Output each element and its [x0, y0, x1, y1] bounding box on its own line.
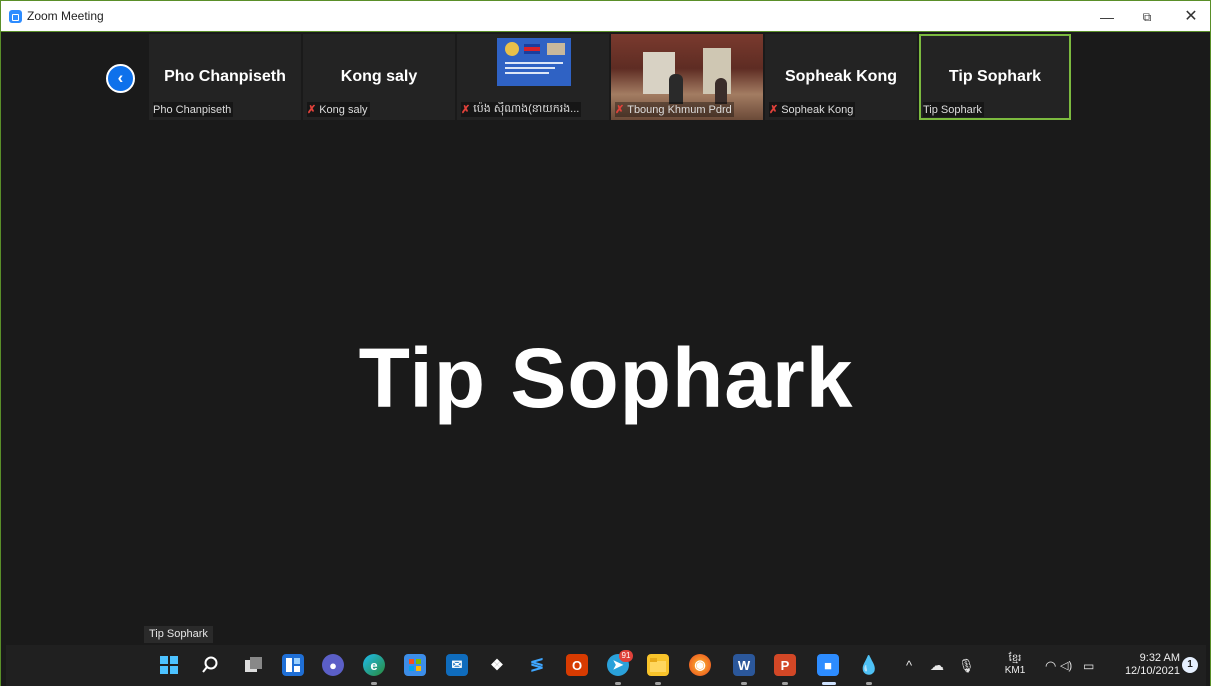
- volume-icon[interactable]: ◁): [1060, 645, 1072, 686]
- participant-tile[interactable]: Pho Chanpiseth Pho Chanpiseth: [149, 34, 301, 120]
- participant-label-text: Sopheak Kong: [781, 103, 854, 116]
- participant-label-text: Pho Chanpiseth: [153, 103, 232, 116]
- language-indicator[interactable]: ខ្មែរ KM1: [1000, 653, 1030, 677]
- windows-start-icon[interactable]: [158, 654, 180, 676]
- slide-text-line: [505, 72, 549, 74]
- participant-label-text: Tip Sophark: [923, 103, 982, 116]
- participant-label-text: Tboung Khmum Pdrd: [627, 103, 732, 116]
- active-app-indicator: [822, 682, 836, 685]
- participant-name: Kong saly: [340, 68, 418, 85]
- participant-tile-active[interactable]: Tip Sophark Tip Sophark: [919, 34, 1071, 120]
- task-view-icon[interactable]: [243, 654, 265, 676]
- muted-mic-icon: ✗: [461, 104, 471, 116]
- clock-time: 9:32 AM: [1139, 652, 1180, 664]
- office-icon[interactable]: O: [566, 654, 588, 676]
- flag-icon: [524, 44, 540, 54]
- word-icon[interactable]: W: [733, 654, 755, 676]
- participant-tile[interactable]: ✗ Tboung Khmum Pdrd: [611, 34, 763, 120]
- chevron-left-icon[interactable]: ‹: [106, 64, 135, 93]
- minimize-button[interactable]: —: [1091, 5, 1123, 29]
- teams-chat-icon[interactable]: ●: [322, 654, 344, 676]
- muted-mic-icon: ✗: [307, 104, 317, 116]
- running-indicator: [782, 682, 788, 685]
- participant-tile[interactable]: Kong saly ✗ Kong saly: [303, 34, 455, 120]
- show-hidden-icons-chevron-icon[interactable]: ^: [906, 645, 912, 686]
- title-bar: Zoom Meeting — ⧉ ✕: [0, 0, 1211, 32]
- participant-label: Pho Chanpiseth: [153, 102, 234, 117]
- participant-label-text: ប៉េង ស៊ីណាង(នាយករង...: [473, 102, 580, 115]
- visual-studio-code-icon[interactable]: ≶: [526, 654, 548, 676]
- dropbox-icon[interactable]: ❖: [486, 654, 508, 676]
- wifi-icon[interactable]: ◠: [1045, 645, 1056, 686]
- participant-name: Pho Chanpiseth: [164, 68, 286, 85]
- participant-label: Tip Sophark: [923, 102, 984, 117]
- meeting-area: ‹ Pho Chanpiseth Pho Chanpiseth Kong sal…: [6, 32, 1206, 644]
- running-indicator: [866, 682, 872, 685]
- participant-strip: Pho Chanpiseth Pho Chanpiseth Kong saly …: [149, 34, 1071, 122]
- microphone-icon[interactable]: 🎙: [958, 645, 975, 686]
- clock-date: 12/10/2021: [1124, 665, 1180, 677]
- participant-tile[interactable]: Sopheak Kong ✗ Sopheak Kong: [765, 34, 917, 120]
- firefox-icon[interactable]: ◉: [689, 654, 711, 676]
- muted-mic-icon: ✗: [615, 104, 625, 116]
- slide-text-line: [505, 67, 555, 69]
- restore-button[interactable]: ⧉: [1131, 5, 1163, 29]
- file-explorer-icon[interactable]: [647, 654, 669, 676]
- participant-name: Tip Sophark: [948, 68, 1042, 85]
- close-button[interactable]: ✕: [1175, 5, 1207, 29]
- participant-label: ✗ ប៉េង ស៊ីណាង(នាយករង...: [461, 102, 582, 117]
- windows-taskbar: ● e ✉ ❖ ≶ O ➤ 91 ◉ W P ■ 💧 ^ ☁ 🎙 ខ្មែរ K…: [6, 645, 1206, 686]
- widgets-icon[interactable]: [282, 654, 304, 676]
- running-indicator: [615, 682, 621, 685]
- video-person: [715, 78, 727, 104]
- participant-label: ✗ Kong saly: [307, 102, 370, 117]
- zoom-logo-icon: [9, 10, 22, 23]
- ink-app-icon[interactable]: 💧: [858, 654, 880, 676]
- participant-label: ✗ Tboung Khmum Pdrd: [615, 102, 734, 117]
- participant-label: ✗ Sopheak Kong: [769, 102, 856, 117]
- battery-icon[interactable]: ▭: [1083, 645, 1094, 686]
- active-speaker-label: Tip Sophark: [144, 626, 213, 643]
- participant-name: Sopheak Kong: [784, 68, 897, 85]
- clock[interactable]: 9:32 AM 12/10/2021: [1112, 652, 1180, 678]
- active-speaker-name: Tip Sophark: [358, 331, 854, 425]
- zoom-window: Zoom Meeting — ⧉ ✕ ‹ Pho Chanpiseth Pho …: [0, 0, 1211, 686]
- powerpoint-icon[interactable]: P: [774, 654, 796, 676]
- telegram-unread-badge: 91: [619, 650, 633, 662]
- video-person: [669, 74, 683, 104]
- mail-icon[interactable]: ✉: [446, 654, 468, 676]
- language-script: ខ្មែរ: [1008, 653, 1022, 664]
- window-title: Zoom Meeting: [27, 9, 104, 23]
- muted-mic-icon: ✗: [769, 104, 779, 116]
- language-code: KM1: [1004, 665, 1026, 676]
- zoom-icon[interactable]: ■: [817, 654, 839, 676]
- edge-icon[interactable]: e: [363, 654, 385, 676]
- notification-count-badge[interactable]: 1: [1182, 657, 1198, 673]
- running-indicator: [655, 682, 661, 685]
- participant-tile[interactable]: ✗ ប៉េង ស៊ីណាង(នាយករង...: [457, 34, 609, 120]
- running-indicator: [371, 682, 377, 685]
- emblem-icon: [505, 42, 519, 56]
- running-indicator: [741, 682, 747, 685]
- onedrive-cloud-icon[interactable]: ☁: [930, 645, 944, 686]
- store-icon[interactable]: [404, 654, 426, 676]
- shared-screen-thumbnail: [497, 38, 571, 86]
- slide-text-line: [505, 62, 563, 64]
- participant-label-text: Kong saly: [319, 103, 368, 116]
- search-icon[interactable]: [199, 654, 221, 676]
- portrait-thumbnail: [547, 43, 565, 55]
